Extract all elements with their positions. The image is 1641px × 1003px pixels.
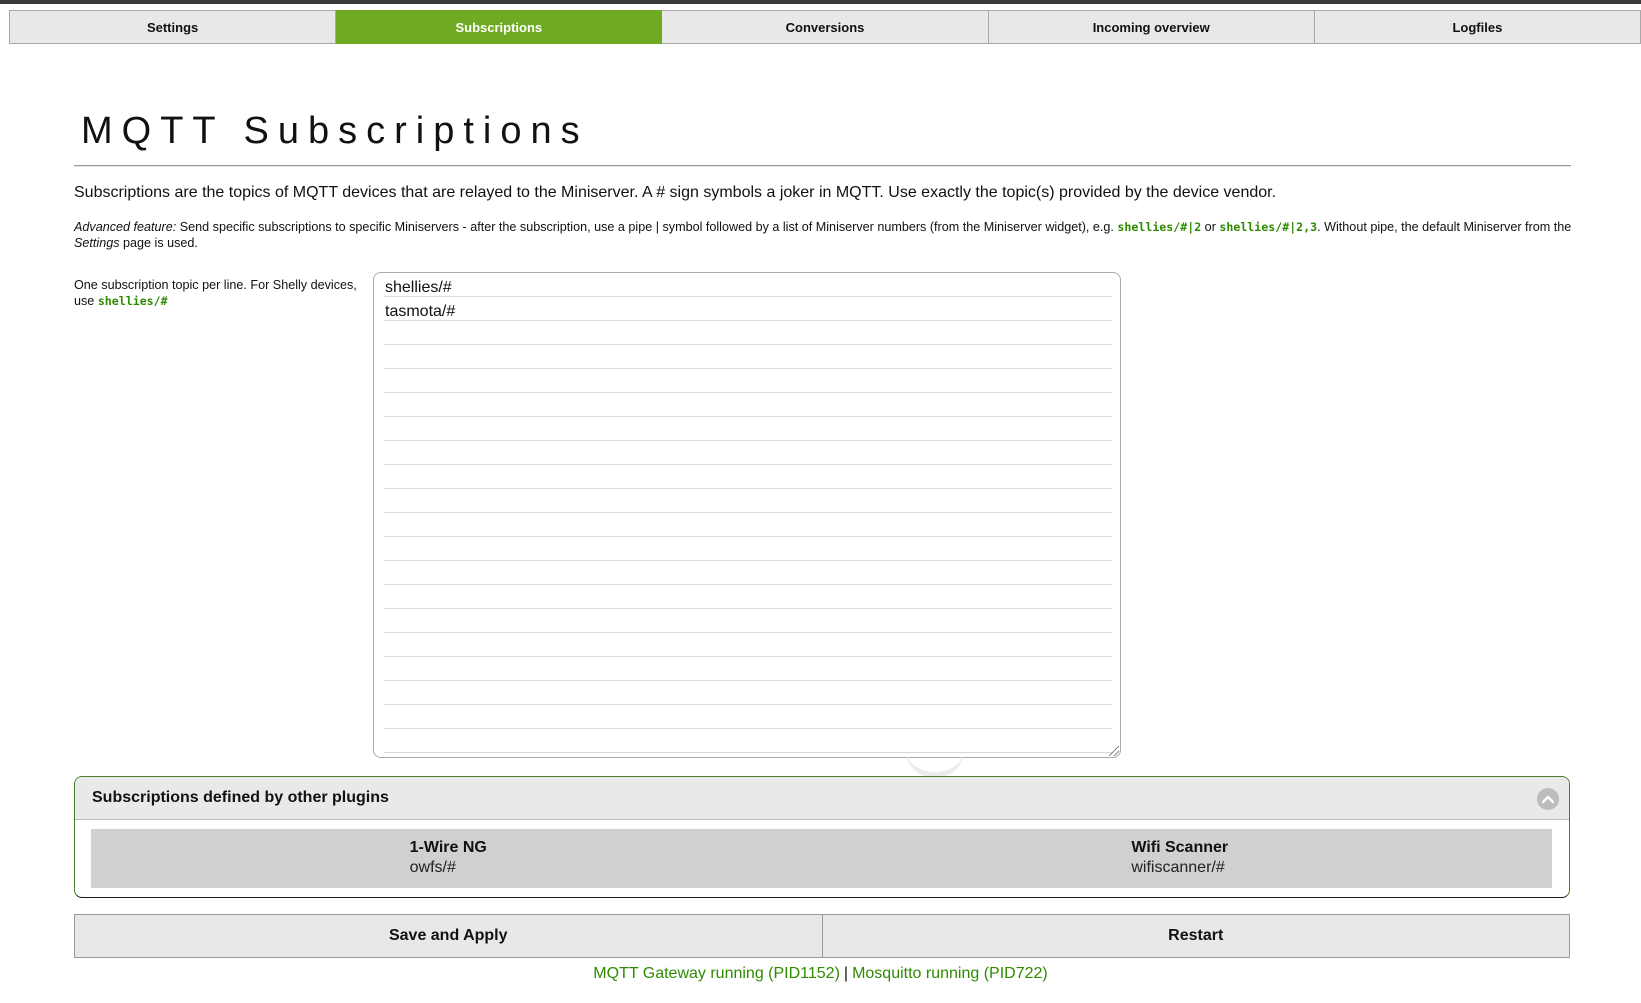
intro-text: Subscriptions are the topics of MQTT dev…: [74, 184, 1277, 201]
settings-reference: Settings: [74, 236, 120, 250]
advanced-label: Advanced feature:: [74, 220, 177, 234]
advanced-text-1: Send specific subscriptions to specific …: [176, 220, 1118, 234]
subscription-line: [384, 681, 1112, 705]
plugin-name: 1-Wire NG: [409, 839, 487, 856]
advanced-or: or: [1201, 220, 1220, 234]
other-plugins-panel: Subscriptions defined by other plugins 1…: [74, 776, 1570, 898]
plugin-name: Wifi Scanner: [1131, 839, 1229, 856]
plugin-cell: Wifi Scanner wifiscanner/#: [822, 829, 1553, 888]
subscription-line: [384, 585, 1112, 609]
subscription-line: [384, 417, 1112, 441]
subscription-line: [384, 609, 1112, 633]
subscription-line: [384, 729, 1112, 753]
example-code-1: shellies/#|2: [1117, 220, 1202, 234]
subscription-line: [384, 465, 1112, 489]
subscription-line: [384, 369, 1112, 393]
main-tab-bar: Settings Subscriptions Conversions Incom…: [9, 10, 1641, 44]
background-watermark: [905, 744, 965, 778]
other-plugins-header[interactable]: Subscriptions defined by other plugins: [75, 777, 1569, 820]
subscriptions-textarea[interactable]: shellies/# tasmota/#: [373, 272, 1121, 758]
plugin-cell: 1-Wire NG owfs/#: [91, 829, 822, 888]
broker-status: Mosquitto running (PID722): [852, 965, 1048, 982]
tab-incoming-overview[interactable]: Incoming overview: [988, 10, 1315, 44]
restart-button[interactable]: Restart: [821, 914, 1570, 958]
other-plugins-title: Subscriptions defined by other plugins: [92, 789, 389, 806]
resize-handle[interactable]: [1109, 746, 1119, 756]
subscription-hint: One subscription topic per line. For She…: [74, 277, 364, 309]
subscription-line: [384, 489, 1112, 513]
advanced-feature-text: Advanced feature: Send specific subscrip…: [74, 219, 1574, 251]
subscription-line: [384, 705, 1112, 729]
status-separator: |: [843, 965, 849, 982]
tab-subscriptions[interactable]: Subscriptions: [336, 10, 663, 44]
gateway-status: MQTT Gateway running (PID1152): [593, 965, 840, 982]
subscription-line: tasmota/#: [384, 297, 1112, 321]
service-status: MQTT Gateway running (PID1152) | Mosquitto…: [0, 965, 1641, 983]
advanced-text-3: page is used.: [119, 236, 198, 250]
example-code-2: shellies/#|2,3: [1219, 220, 1318, 234]
save-and-apply-button[interactable]: Save and Apply: [74, 914, 823, 958]
subscription-line: [384, 633, 1112, 657]
subscription-line: [384, 537, 1112, 561]
subscription-line: [384, 657, 1112, 681]
subscription-line: [384, 561, 1112, 585]
textarea-lines: shellies/# tasmota/#: [384, 273, 1112, 757]
page-title: MQTT Subscriptions: [81, 110, 589, 152]
subscription-line: [384, 513, 1112, 537]
tab-settings[interactable]: Settings: [9, 10, 337, 44]
advanced-text-2: . Without pipe, the default Miniserver f…: [1317, 220, 1572, 234]
title-divider: [74, 165, 1571, 167]
action-button-bar: Save and Apply Restart: [74, 914, 1570, 958]
tab-conversions[interactable]: Conversions: [662, 10, 989, 44]
subscription-line: shellies/#: [384, 273, 1112, 297]
subscription-line: [384, 393, 1112, 417]
tab-logfiles[interactable]: Logfiles: [1314, 10, 1641, 44]
hint-code: shellies/#: [97, 294, 168, 308]
chevron-up-icon[interactable]: [1537, 788, 1559, 810]
subscription-line: [384, 321, 1112, 345]
plugin-topic: owfs/#: [409, 859, 456, 876]
other-plugins-grid: 1-Wire NG owfs/# Wifi Scanner wifiscanne…: [91, 829, 1552, 888]
subscription-line: [384, 441, 1112, 465]
subscription-line: [384, 345, 1112, 369]
window-top-border: [0, 0, 1641, 4]
plugin-topic: wifiscanner/#: [1131, 859, 1225, 876]
